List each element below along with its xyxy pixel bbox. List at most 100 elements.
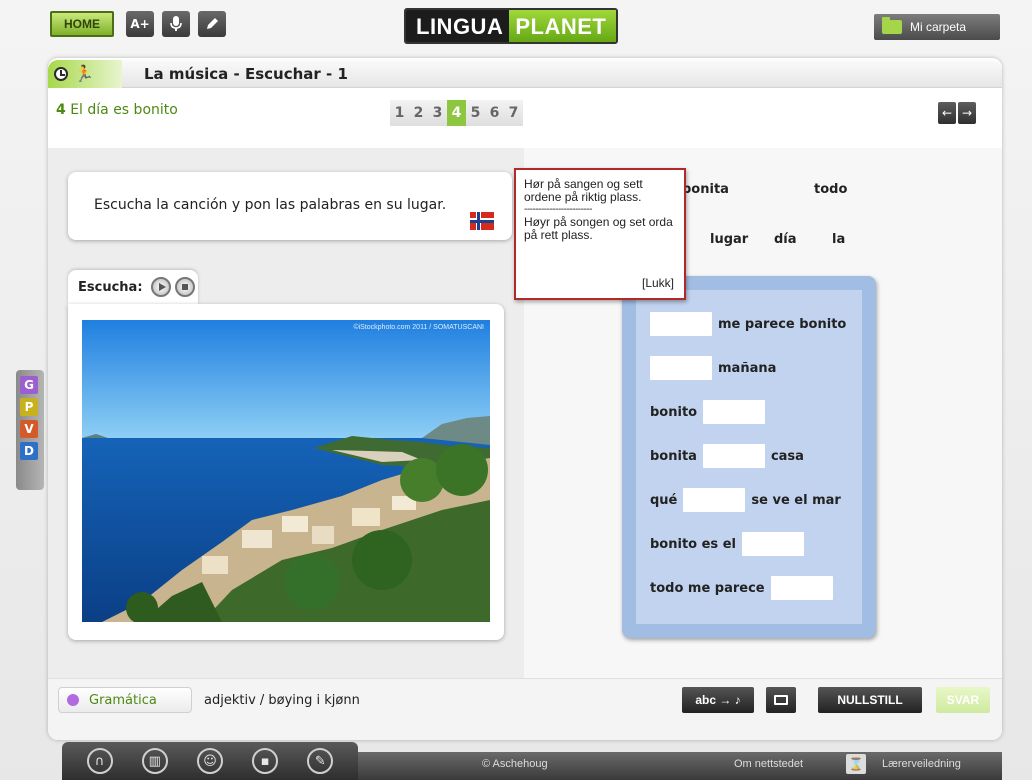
- blank-7[interactable]: [770, 576, 833, 600]
- text-to-speech-button[interactable]: abc → ♪: [682, 687, 754, 713]
- grammar-dot-icon: [67, 694, 79, 706]
- blank-1[interactable]: [650, 312, 712, 336]
- word-la[interactable]: la: [832, 232, 845, 247]
- page-2[interactable]: 2: [409, 100, 428, 126]
- play-icon[interactable]: [150, 277, 171, 297]
- word-lugar[interactable]: lugar: [710, 232, 748, 247]
- chat-icon[interactable]: ▪: [252, 748, 279, 774]
- grammar-tab-label: Gramática: [89, 692, 157, 708]
- clock-icon: [54, 67, 68, 81]
- row-7-before: todo me parece: [650, 580, 765, 596]
- coastal-photo: ©iStockphoto.com 2011 / SOMATUSCANI: [82, 320, 490, 622]
- blank-6[interactable]: [741, 532, 804, 556]
- blank-5[interactable]: [683, 488, 746, 512]
- row-5-before: qué: [650, 492, 678, 508]
- side-letter-menu: G P V D: [16, 370, 44, 490]
- font-size-button[interactable]: A+: [126, 11, 154, 37]
- bottom-bar: Gramática adjektiv / bøying i kjønn abc …: [48, 678, 1002, 740]
- row-6-before: bonito es el: [650, 536, 736, 552]
- photo-credit: ©iStockphoto.com 2011 / SOMATUSCANI: [353, 324, 484, 331]
- side-letter-p[interactable]: P: [20, 398, 38, 416]
- prev-arrow-icon[interactable]: ←: [938, 102, 956, 124]
- word-dia[interactable]: día: [774, 232, 797, 247]
- exercise-row-4: bonita casa: [650, 444, 804, 468]
- logo-text-planet: PLANET: [509, 10, 617, 42]
- top-bar: HOME A+ LINGUA PLANET Mi carpeta: [0, 0, 1032, 58]
- blank-2[interactable]: [650, 356, 712, 380]
- task-title-text: El día es bonito: [70, 102, 178, 118]
- task-title: 4 El día es bonito: [56, 102, 178, 118]
- teacher-guide-link[interactable]: Lærerveiledning: [882, 758, 961, 770]
- runner-icon: 🏃: [74, 64, 94, 83]
- my-folder-label: Mi carpeta: [910, 20, 967, 34]
- popup-nynorsk-text: Høyr på songen og set orda på rett plass…: [524, 215, 673, 242]
- side-letter-v[interactable]: V: [20, 420, 38, 438]
- grammar-tab[interactable]: Gramática: [58, 687, 192, 713]
- side-letter-g[interactable]: G: [20, 376, 38, 394]
- side-letter-d[interactable]: D: [20, 442, 38, 460]
- exercise-row-5: qué se ve el mar: [650, 488, 841, 512]
- popup-separator: ------------------------: [524, 205, 592, 215]
- row-3-before: bonito: [650, 404, 698, 420]
- instruction-box: Escucha la canción y pon las palabras en…: [68, 172, 512, 240]
- stop-icon[interactable]: [174, 277, 195, 297]
- reset-button[interactable]: NULLSTILL: [818, 687, 922, 713]
- book-icon[interactable]: ▥: [141, 748, 168, 774]
- copyright: © Aschehoug: [482, 758, 548, 770]
- smiley-icon[interactable]: ☺: [196, 748, 223, 774]
- logo-text-lingua: LINGUA: [406, 10, 510, 42]
- exercise-row-7: todo me parece: [650, 576, 833, 600]
- task-number: 4: [56, 102, 66, 118]
- listen-controls: Escucha:: [68, 270, 198, 304]
- fullscreen-button[interactable]: [766, 687, 796, 713]
- row-1-after: me parece bonito: [718, 316, 847, 332]
- lesson-icons: 🏃: [48, 60, 122, 88]
- translation-popup: Hør på sangen og sett ordene på riktig p…: [514, 168, 686, 300]
- about-link[interactable]: Om nettstedet: [734, 758, 803, 770]
- page-7[interactable]: 7: [504, 100, 523, 126]
- task-bar: 4 El día es bonito 1 2 3 4 5 6 7 ← →: [48, 88, 1002, 148]
- word-bonita[interactable]: bonita: [682, 182, 729, 197]
- popup-bokmal-text: Hør på sangen og sett ordene på riktig p…: [524, 177, 643, 204]
- footer: ∩ ▥ ☺ ▪ ✎ © Aschehoug Om nettstedet ⌛ Læ…: [62, 742, 1002, 780]
- exercise-row-2: mañana: [650, 356, 776, 380]
- blank-3[interactable]: [703, 400, 766, 424]
- my-folder-button[interactable]: Mi carpeta: [874, 14, 1000, 40]
- lesson-bar: 🏃 La música - Escuchar - 1: [48, 60, 1002, 88]
- page-6[interactable]: 6: [485, 100, 504, 126]
- grammar-description: adjektiv / bøying i kjønn: [204, 693, 360, 708]
- microphone-icon: [170, 16, 182, 31]
- instruction-text: Escucha la canción y pon las palabras en…: [94, 197, 447, 213]
- norwegian-flag-icon[interactable]: [470, 212, 494, 230]
- page-5[interactable]: 5: [466, 100, 485, 126]
- prev-next-arrows: ← →: [938, 102, 976, 124]
- pencil-icon: [207, 18, 218, 29]
- row-4-before: bonita: [650, 448, 697, 464]
- teacher-guide-icon[interactable]: ⌛: [846, 754, 866, 774]
- blank-4[interactable]: [702, 444, 765, 468]
- word-todo[interactable]: todo: [814, 182, 847, 197]
- page-3[interactable]: 3: [428, 100, 447, 126]
- answer-button[interactable]: SVAR: [936, 687, 990, 713]
- page-navigation: 1 2 3 4 5 6 7: [390, 100, 523, 126]
- photo-frame: ©iStockphoto.com 2011 / SOMATUSCANI: [68, 304, 504, 640]
- microphone-button[interactable]: [162, 11, 190, 37]
- folder-icon: [882, 17, 902, 34]
- headphones-icon[interactable]: ∩: [86, 748, 113, 774]
- fullscreen-icon: [774, 695, 788, 705]
- next-arrow-icon[interactable]: →: [958, 102, 976, 124]
- exercise-row-6: bonito es el: [650, 532, 804, 556]
- exercise-row-1: me parece bonito: [650, 312, 846, 336]
- page-4-active[interactable]: 4: [447, 100, 466, 126]
- row-5-after: se ve el mar: [751, 492, 841, 508]
- page-1[interactable]: 1: [390, 100, 409, 126]
- pencil-icon[interactable]: ✎: [307, 748, 334, 774]
- exercise-panel: me parece bonito mañana bonito bonita ca…: [622, 276, 876, 638]
- home-button[interactable]: HOME: [50, 11, 114, 37]
- pencil-button[interactable]: [198, 11, 226, 37]
- lesson-title: La música - Escuchar - 1: [144, 65, 348, 83]
- popup-close-link[interactable]: [Lukk]: [642, 276, 674, 290]
- row-4-after: casa: [770, 448, 804, 464]
- left-panel: Escucha la canción y pon las palabras en…: [48, 148, 524, 678]
- lingua-planet-logo[interactable]: LINGUA PLANET: [404, 8, 619, 44]
